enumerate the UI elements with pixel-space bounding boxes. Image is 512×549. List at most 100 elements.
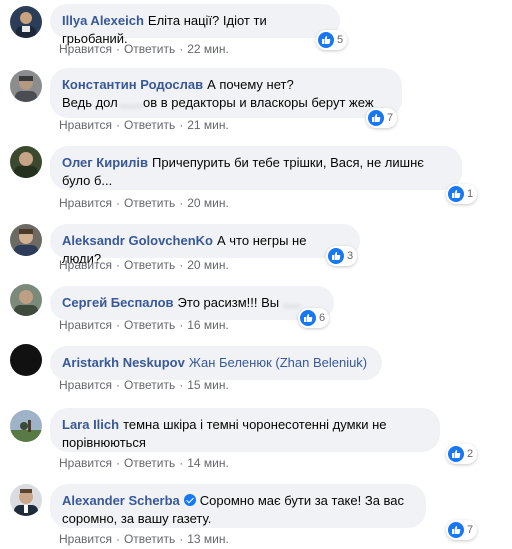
reaction-count[interactable]: 7 <box>366 108 398 128</box>
avatar[interactable] <box>10 410 42 442</box>
avatar[interactable] <box>10 484 42 516</box>
comment-timestamp[interactable]: 21 мин. <box>187 118 229 132</box>
reply-link[interactable]: Ответить <box>124 378 175 392</box>
thumbs-up-icon <box>448 446 464 462</box>
like-link[interactable]: Нравится <box>59 532 112 546</box>
separator: · <box>179 456 184 470</box>
comment-bubble: Олег Кирилів Причепурить би тебе трішки, … <box>50 146 462 190</box>
reaction-count[interactable]: 6 <box>298 308 330 328</box>
reaction-count[interactable]: 7 <box>446 520 478 540</box>
avatar[interactable] <box>10 146 42 178</box>
comment-text: було б... <box>62 173 113 188</box>
like-count: 7 <box>387 112 394 124</box>
separator: · <box>115 42 120 56</box>
verified-badge-icon <box>183 494 196 506</box>
separator: · <box>179 42 184 56</box>
comment-author[interactable]: Константин Родослав <box>62 77 203 92</box>
reply-link[interactable]: Ответить <box>124 42 175 56</box>
separator: · <box>115 258 120 272</box>
comment-text: Ведь дол <box>62 95 118 110</box>
comment-author[interactable]: Alexander Scherba <box>62 493 180 508</box>
reaction-count[interactable]: 3 <box>326 246 358 266</box>
comment-author[interactable]: Aristarkh Neskupov <box>62 355 185 370</box>
reply-link[interactable]: Ответить <box>124 532 175 546</box>
like-link[interactable]: Нравится <box>59 118 112 132</box>
comment-text[interactable]: Жан Беленюк (Zhan Beleniuk) <box>189 355 367 370</box>
avatar[interactable] <box>10 70 42 102</box>
comment-bubble: Lara Ilich темна шкіра і темні чоронесоте… <box>50 408 440 452</box>
separator: · <box>179 258 184 272</box>
comment-timestamp[interactable]: 22 мин. <box>187 42 229 56</box>
reply-link[interactable]: Ответить <box>124 456 175 470</box>
reply-link[interactable]: Ответить <box>124 196 175 210</box>
reply-link[interactable]: Ответить <box>124 318 175 332</box>
comment-text: Соромно має бути за таке! За вас <box>199 493 405 508</box>
comment-author[interactable]: Illya Alexeich <box>62 13 144 28</box>
separator: · <box>179 196 184 210</box>
comment-text: темна шкіра і темні чоронесотенні думки … <box>123 417 387 432</box>
comment-actions: Нравится · Ответить · 16 мин. <box>59 318 229 332</box>
comment-timestamp[interactable]: 14 мин. <box>187 456 229 470</box>
like-count: 7 <box>467 524 474 536</box>
comment-text: ов в редакторы и власкоры берут жеж <box>143 95 374 110</box>
avatar[interactable] <box>10 284 42 316</box>
redacted-blur: ....... <box>117 95 143 110</box>
like-link[interactable]: Нравится <box>59 378 112 392</box>
separator: · <box>179 532 184 546</box>
comment-author[interactable]: Олег Кирилів <box>62 155 148 170</box>
thumbs-up-icon <box>318 32 334 48</box>
like-link[interactable]: Нравится <box>59 318 112 332</box>
like-count: 5 <box>337 34 344 46</box>
like-count: 2 <box>467 448 474 460</box>
like-link[interactable]: Нравится <box>59 196 112 210</box>
like-link[interactable]: Нравится <box>59 456 112 470</box>
comment-timestamp[interactable]: 20 мин. <box>187 196 229 210</box>
like-count: 6 <box>319 312 326 324</box>
thumbs-up-icon <box>300 310 316 326</box>
separator: · <box>115 318 120 332</box>
comment-actions: Нравится · Ответить · 13 мин. <box>59 532 229 546</box>
avatar[interactable] <box>10 344 42 376</box>
avatar[interactable] <box>10 6 42 38</box>
comment-timestamp[interactable]: 20 мин. <box>187 258 229 272</box>
comment-author[interactable]: Сергей Беспалов <box>62 295 174 310</box>
reaction-count[interactable]: 2 <box>446 444 478 464</box>
thumbs-up-icon <box>448 522 464 538</box>
like-link[interactable]: Нравится <box>59 42 112 56</box>
separator: · <box>179 378 184 392</box>
comment-timestamp[interactable]: 15 мин. <box>187 378 229 392</box>
reply-link[interactable]: Ответить <box>124 118 175 132</box>
comment-text: А почему нет? <box>207 77 294 92</box>
comment-actions: Нравится · Ответить · 14 мин. <box>59 456 229 470</box>
comment-bubble: Alexander Scherba Соромно має бути за так… <box>50 484 426 528</box>
comment-text: порівнюються <box>62 435 146 450</box>
separator: · <box>115 532 120 546</box>
comment-text: соромно, за вашу газету. <box>62 511 212 526</box>
thumbs-up-icon <box>328 248 344 264</box>
thumbs-up-icon <box>448 186 464 202</box>
reply-link[interactable]: Ответить <box>124 258 175 272</box>
comment-actions: Нравится · Ответить · 20 мин. <box>59 258 229 272</box>
separator: · <box>115 378 120 392</box>
separator: · <box>179 318 184 332</box>
reaction-count[interactable]: 1 <box>446 184 478 204</box>
comment-bubble: Сергей Беспалов Это расизм!!! Вы ..... <box>50 286 334 320</box>
comment-text: Это расизм!!! Вы <box>177 295 283 310</box>
like-link[interactable]: Нравится <box>59 258 112 272</box>
separator: · <box>179 118 184 132</box>
separator: · <box>115 196 120 210</box>
thumbs-up-icon <box>368 110 384 126</box>
comment-author[interactable]: Lara Ilich <box>62 417 119 432</box>
comment-actions: Нравится · Ответить · 22 мин. <box>59 42 229 56</box>
comment-timestamp[interactable]: 16 мин. <box>187 318 229 332</box>
comment-timestamp[interactable]: 13 мин. <box>187 532 229 546</box>
like-count: 1 <box>467 188 474 200</box>
comment-author[interactable]: Aleksandr GolovchenKo <box>62 233 213 248</box>
avatar[interactable] <box>10 224 42 256</box>
comment-bubble: Aleksandr GolovchenKo А что негры не люди… <box>50 224 360 266</box>
comment-bubble: Константин Родослав А почему нет? Ведь до… <box>50 68 402 118</box>
comment-actions: Нравится · Ответить · 20 мин. <box>59 196 229 210</box>
redacted-blur: ..... <box>282 295 301 310</box>
reaction-count[interactable]: 5 <box>316 30 348 50</box>
like-count: 3 <box>347 250 354 262</box>
